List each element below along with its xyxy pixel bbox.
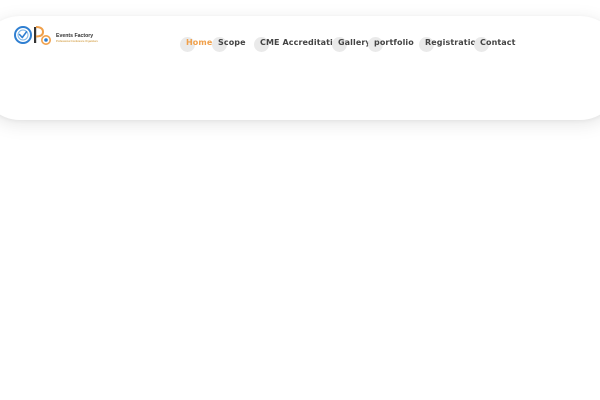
main-nav: Home Scope CME Accreditation Gallery por… <box>0 36 600 52</box>
nav-item-label: Home <box>186 38 213 47</box>
nav-item-label: Contact <box>480 38 516 47</box>
nav-item-label: Scope <box>218 38 246 47</box>
nav-item-label: portfolio <box>374 38 414 47</box>
nav-item-label: Gallery <box>338 38 371 47</box>
